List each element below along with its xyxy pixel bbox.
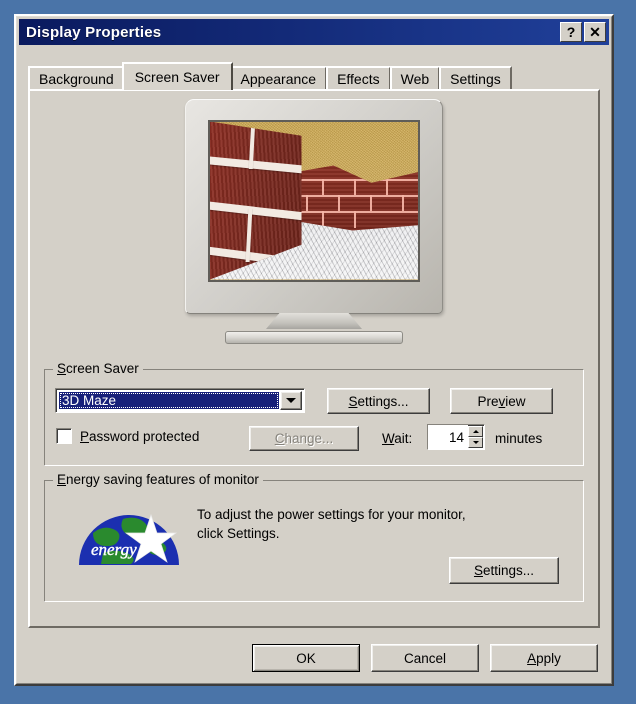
energy-star-icon: energy bbox=[79, 513, 179, 565]
energy-group-label: Energy saving features of monitor bbox=[53, 472, 263, 487]
screensaver-settings-label: Settings... bbox=[348, 393, 409, 409]
energy-settings-label: Settings... bbox=[473, 563, 535, 578]
spinner-down-button[interactable] bbox=[468, 437, 483, 448]
tab-settings[interactable]: Settings bbox=[439, 66, 512, 90]
energy-star-logo: energy bbox=[75, 503, 183, 565]
apply-button-label: Apply bbox=[527, 650, 561, 666]
monitor-base bbox=[225, 331, 403, 344]
tab-effects[interactable]: Effects bbox=[326, 66, 391, 90]
ok-button[interactable]: OK bbox=[252, 644, 360, 672]
change-password-button[interactable]: Change... bbox=[249, 426, 359, 451]
monitor-neck bbox=[266, 313, 362, 329]
screen-saver-groupbox: Screen Saver 3D Maze Settings... Preview… bbox=[44, 361, 584, 466]
wait-units-label: minutes bbox=[495, 431, 543, 446]
tab-background[interactable]: Background bbox=[28, 66, 125, 90]
ok-button-label: OK bbox=[296, 650, 316, 666]
screen-saver-group-label-rest: creen Saver bbox=[66, 361, 139, 376]
tab-strip: Background Screen Saver Appearance Effec… bbox=[28, 62, 600, 90]
energy-star-wordmark: energy bbox=[91, 540, 137, 559]
window-title: Display Properties bbox=[26, 23, 162, 41]
tab-web[interactable]: Web bbox=[389, 66, 441, 90]
password-protected-checkbox[interactable] bbox=[56, 428, 72, 444]
change-password-label: Change... bbox=[274, 431, 334, 446]
wait-minutes-value[interactable]: 14 bbox=[428, 425, 468, 449]
monitor-bezel bbox=[185, 99, 443, 314]
chevron-down-icon[interactable] bbox=[280, 391, 302, 410]
wait-label: Wait: bbox=[382, 431, 413, 446]
screen-saver-preview-screen bbox=[208, 119, 420, 282]
energy-settings-button[interactable]: Settings... bbox=[449, 557, 559, 584]
tab-screen-saver[interactable]: Screen Saver bbox=[121, 62, 233, 90]
screensaver-selected-value: 3D Maze bbox=[59, 392, 279, 409]
wait-minutes-spinner[interactable]: 14 bbox=[427, 424, 485, 450]
dialog-footer-buttons: OK Cancel Apply bbox=[252, 644, 598, 672]
desktop-background: Display Properties ? ✕ Background Screen… bbox=[0, 0, 636, 704]
password-protected-label: Password protected bbox=[80, 428, 200, 444]
energy-saving-groupbox: Energy saving features of monitor energy bbox=[44, 472, 584, 602]
screensaver-preview-label: Preview bbox=[477, 393, 526, 409]
password-protected-row[interactable]: Password protected bbox=[56, 428, 199, 444]
cancel-button[interactable]: Cancel bbox=[371, 644, 479, 672]
energy-description-line2: click Settings. bbox=[197, 526, 280, 541]
close-button[interactable]: ✕ bbox=[584, 22, 606, 42]
triangle-down-icon bbox=[472, 441, 479, 444]
monitor-preview[interactable] bbox=[30, 99, 598, 364]
display-properties-dialog: Display Properties ? ✕ Background Screen… bbox=[14, 14, 614, 686]
screensaver-combo-field[interactable]: 3D Maze bbox=[56, 389, 280, 412]
screensaver-combobox[interactable]: 3D Maze bbox=[55, 388, 305, 413]
screen-saver-tab-page: Screen Saver 3D Maze Settings... Preview… bbox=[28, 89, 600, 628]
energy-description: To adjust the power settings for your mo… bbox=[197, 507, 466, 541]
title-bar[interactable]: Display Properties ? ✕ bbox=[19, 19, 609, 45]
tab-appearance[interactable]: Appearance bbox=[229, 66, 328, 90]
cancel-button-label: Cancel bbox=[403, 650, 447, 666]
screensaver-settings-button[interactable]: Settings... bbox=[327, 388, 430, 414]
triangle-up-icon bbox=[472, 430, 479, 433]
chevron-down-glyph bbox=[286, 398, 296, 403]
help-button[interactable]: ? bbox=[560, 22, 582, 42]
spinner-up-button[interactable] bbox=[468, 426, 483, 437]
screensaver-preview-button[interactable]: Preview bbox=[450, 388, 553, 414]
screen-saver-group-label: Screen Saver bbox=[53, 361, 143, 376]
wait-spinner-buttons[interactable] bbox=[468, 426, 483, 448]
apply-button[interactable]: Apply bbox=[490, 644, 598, 672]
energy-description-line1: To adjust the power settings for your mo… bbox=[197, 507, 466, 522]
